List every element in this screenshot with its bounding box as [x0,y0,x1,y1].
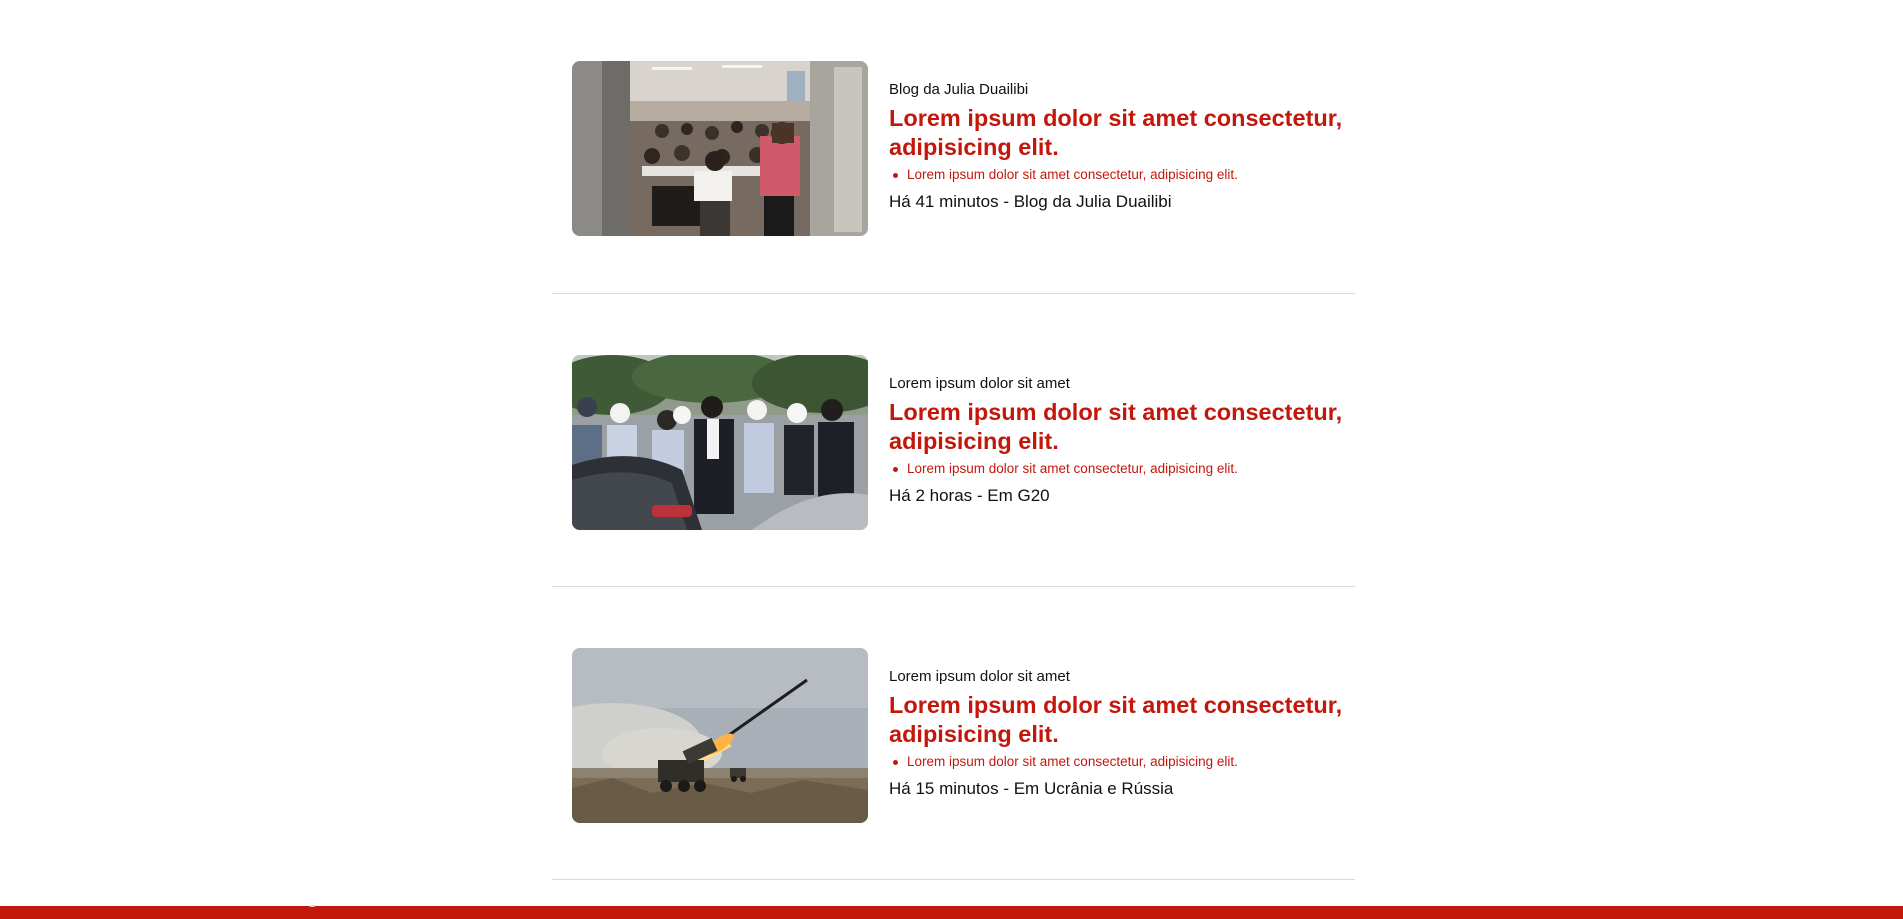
feed-item-related-list: Lorem ipsum dolor sit amet consectetur, … [889,459,1355,479]
feed-item-kicker: Lorem ipsum dolor sit amet [889,375,1070,392]
feed-item-headline[interactable]: Lorem ipsum dolor sit amet consectetur, … [889,691,1355,749]
footer-bar [0,905,1903,919]
feed-item-related-link[interactable]: Lorem ipsum dolor sit amet consectetur, … [893,752,1355,772]
feed-item-meta: Há 15 minutos - Em Ucrânia e Rússia [889,779,1174,798]
feed-item-related-list: Lorem ipsum dolor sit amet consectetur, … [889,752,1355,772]
feed-item-kicker: Blog da Julia Duailibi [889,81,1029,98]
feed-item-content: Blog da Julia Duailibi Lorem ipsum dolor… [889,80,1355,213]
feed-item[interactable]: Lorem ipsum dolor sit amet Lorem ipsum d… [552,294,1355,587]
feed-item-image[interactable] [572,61,868,236]
feed-item-image[interactable] [572,648,868,823]
footer-bar-mark [309,905,316,907]
rocket-launch-photo [572,648,868,823]
feed-item-related-link[interactable]: Lorem ipsum dolor sit amet consectetur, … [893,459,1355,479]
feed-item-related-link[interactable]: Lorem ipsum dolor sit amet consectetur, … [893,165,1355,185]
feed-item-related-list: Lorem ipsum dolor sit amet consectetur, … [889,165,1355,185]
feed-item[interactable]: Lorem ipsum dolor sit amet Lorem ipsum d… [552,587,1355,880]
feed-item[interactable]: Blog da Julia Duailibi Lorem ipsum dolor… [552,0,1355,294]
classroom-photo [572,61,868,236]
feed-item-kicker: Lorem ipsum dolor sit amet [889,668,1070,685]
news-feed: Blog da Julia Duailibi Lorem ipsum dolor… [552,0,1355,880]
officials-photo [572,355,868,530]
feed-item-headline[interactable]: Lorem ipsum dolor sit amet consectetur, … [889,104,1355,162]
feed-item-content: Lorem ipsum dolor sit amet Lorem ipsum d… [889,374,1355,507]
feed-item-content: Lorem ipsum dolor sit amet Lorem ipsum d… [889,667,1355,800]
feed-item-meta: Há 2 horas - Em G20 [889,486,1050,505]
feed-item-meta: Há 41 minutos - Blog da Julia Duailibi [889,192,1172,211]
feed-item-headline[interactable]: Lorem ipsum dolor sit amet consectetur, … [889,398,1355,456]
feed-item-image[interactable] [572,355,868,530]
